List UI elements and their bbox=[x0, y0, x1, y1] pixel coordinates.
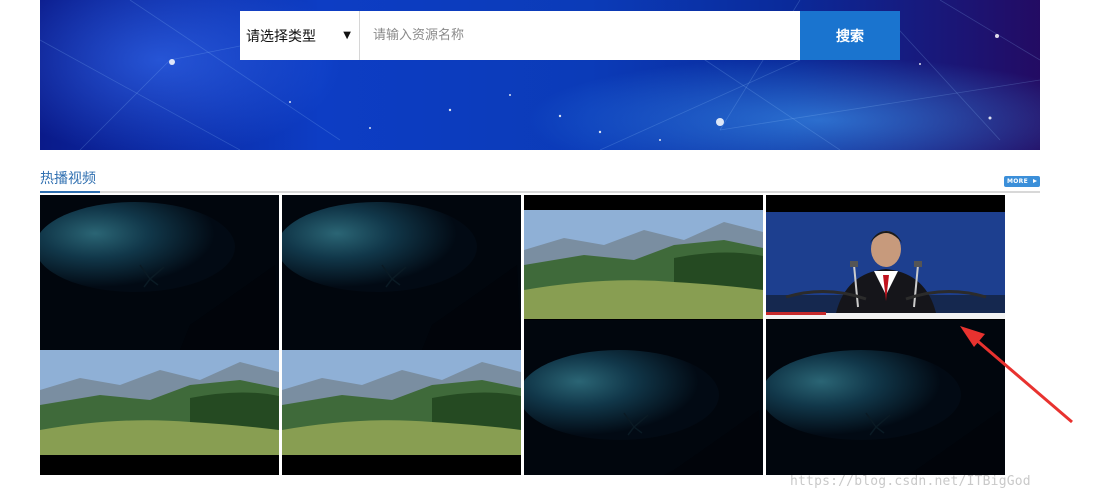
landscape-scene-frame bbox=[282, 350, 521, 475]
speaker-scene-frame bbox=[766, 195, 1005, 320]
video-thumbnail-3[interactable] bbox=[524, 195, 763, 475]
play-arrow-icon bbox=[1033, 179, 1037, 183]
search-form: 请选择类型 ▼ 搜索 bbox=[240, 11, 900, 60]
video-thumbnail-2[interactable] bbox=[282, 195, 521, 475]
space-scene-frame bbox=[766, 320, 1005, 475]
type-select[interactable]: 请选择类型 ▼ bbox=[240, 11, 360, 60]
more-button[interactable]: MORE bbox=[1004, 176, 1040, 187]
video-grid bbox=[40, 195, 1008, 475]
hot-videos-header: 热播视频 MORE bbox=[40, 167, 1040, 193]
landscape-scene-frame bbox=[524, 195, 763, 320]
more-label: MORE bbox=[1007, 178, 1028, 185]
landscape-scene-frame bbox=[40, 350, 279, 475]
caret-down-icon: ▼ bbox=[343, 30, 351, 41]
space-scene-frame bbox=[40, 195, 279, 350]
type-select-label: 请选择类型 bbox=[246, 28, 316, 45]
section-title-underline bbox=[40, 191, 100, 193]
search-input[interactable] bbox=[360, 11, 800, 60]
video-thumbnail-1[interactable] bbox=[40, 195, 279, 475]
space-scene-frame bbox=[282, 195, 521, 350]
video-thumbnail-4[interactable] bbox=[766, 195, 1005, 475]
search-banner: 请选择类型 ▼ 搜索 bbox=[40, 0, 1040, 150]
watermark-text: https://blog.csdn.net/ITBigGod bbox=[790, 474, 1031, 489]
section-title: 热播视频 bbox=[40, 171, 96, 187]
search-button[interactable]: 搜索 bbox=[800, 11, 900, 60]
space-scene-frame bbox=[524, 320, 763, 475]
